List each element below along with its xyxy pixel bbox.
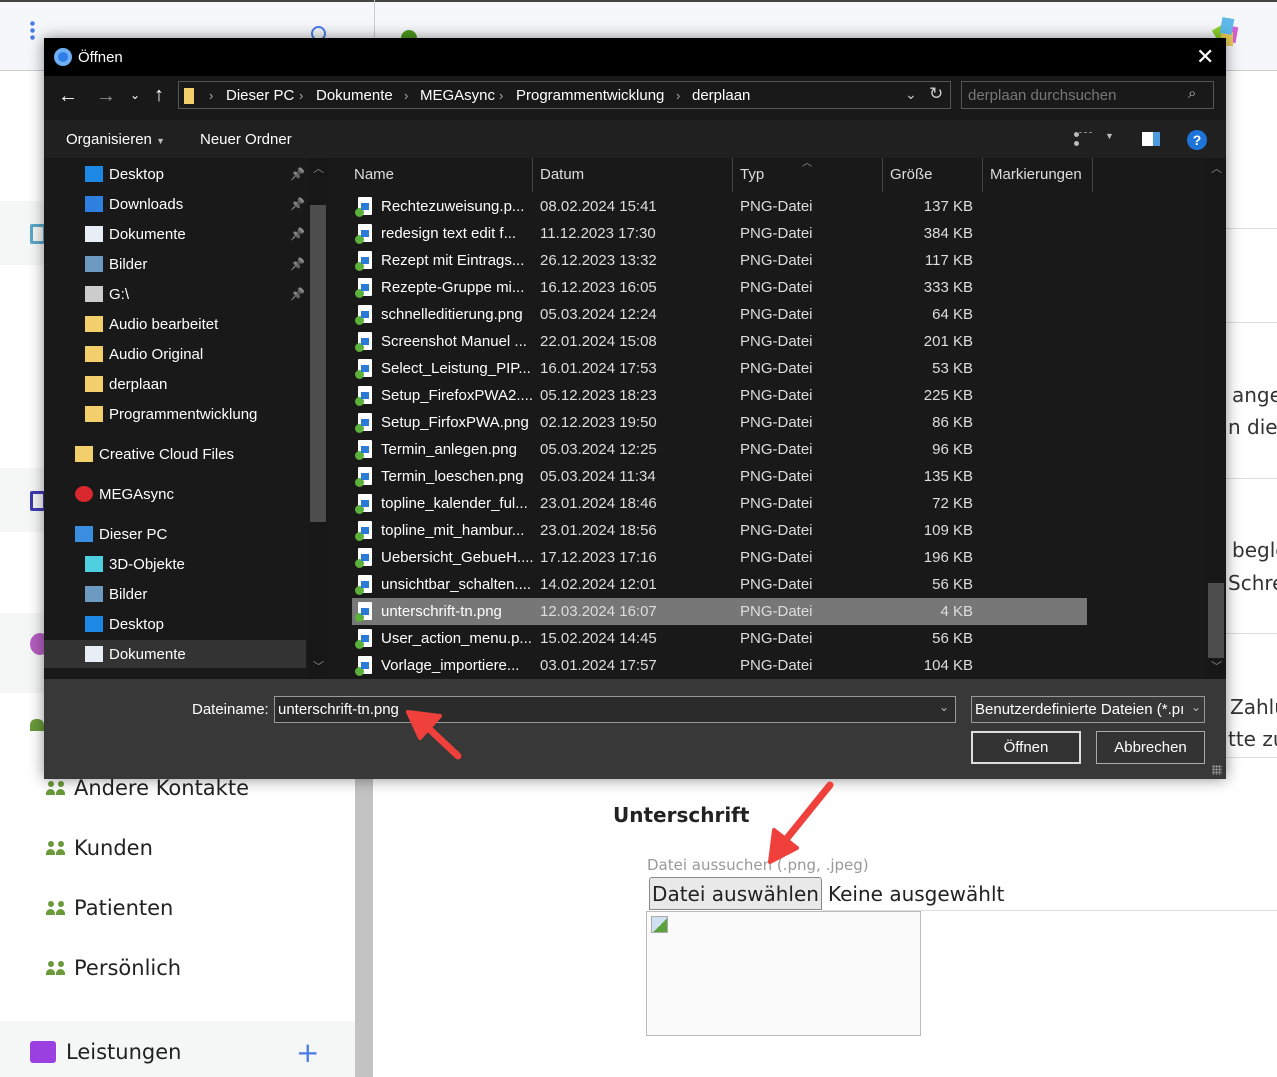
annotation-arrows (406, 710, 834, 864)
annotation-arrow (406, 710, 462, 760)
annotation-arrow (768, 781, 834, 864)
